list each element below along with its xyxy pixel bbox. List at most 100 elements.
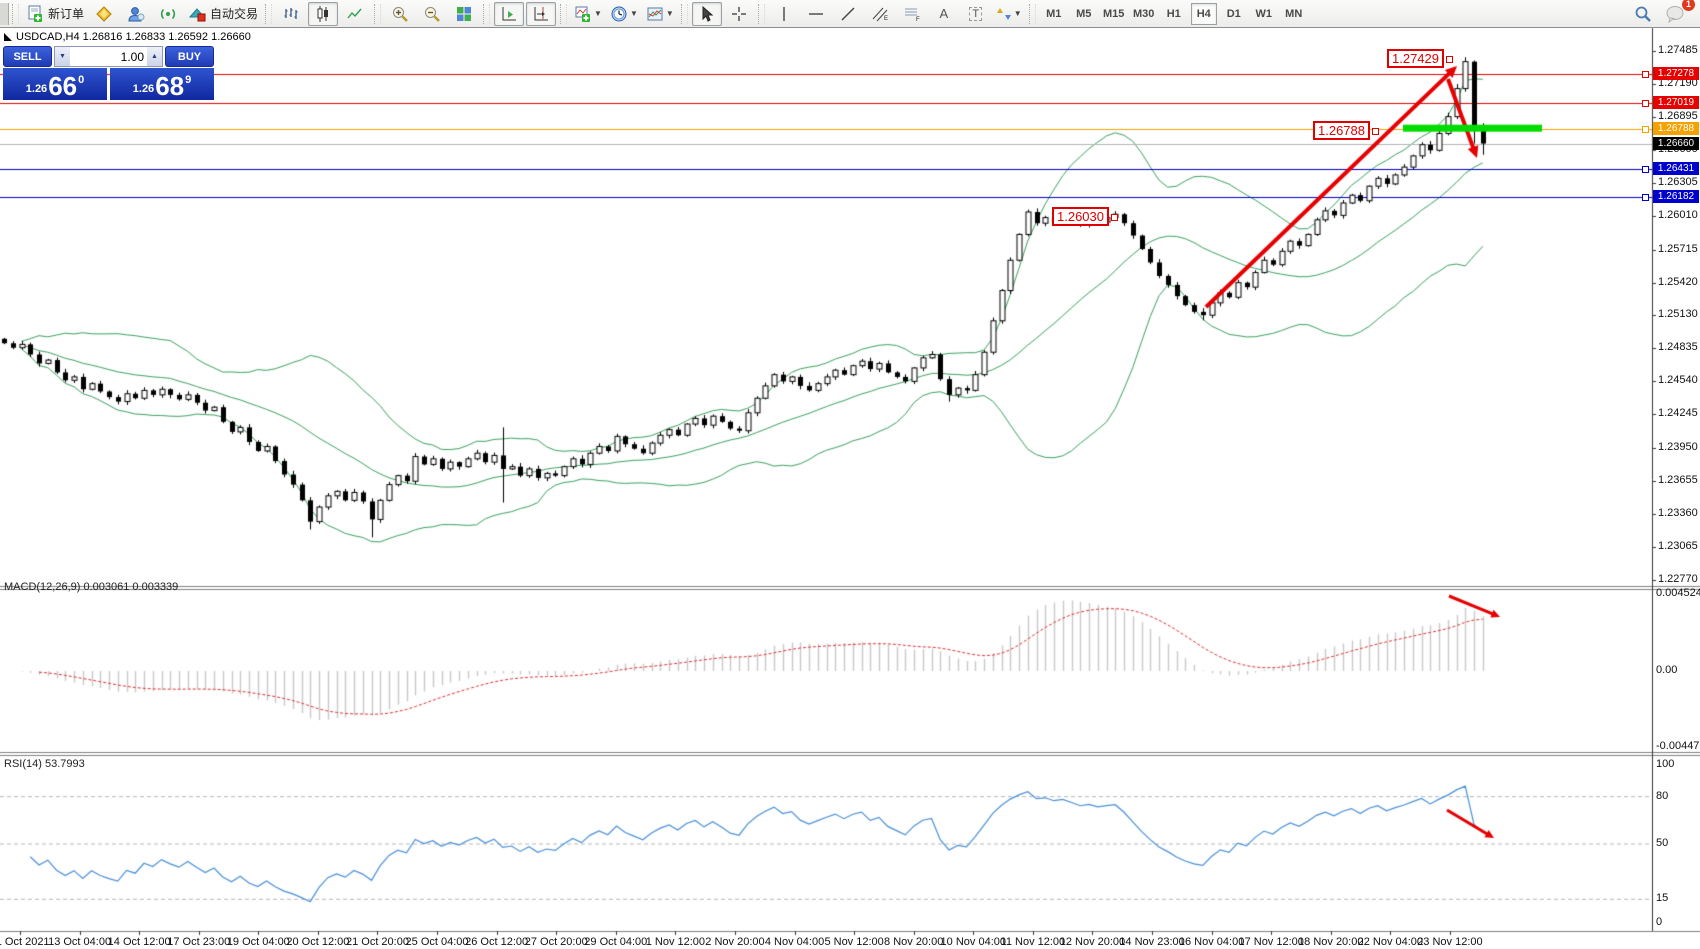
timeframe-m30[interactable]: M30 [1131,3,1157,25]
timeframe-h4[interactable]: H4 [1191,3,1217,25]
time-axis-label: 22 Nov 04:00 [1358,936,1423,948]
periods-button[interactable]: ▼ [607,2,641,26]
time-axis-label: 1 Nov 12:00 [646,936,705,948]
price-tick-label: 1.22770 [1658,573,1698,585]
price-annotation[interactable]: 1.26030 [1052,207,1109,226]
volume-increase-button[interactable]: ▲ [147,47,162,66]
main-toolbar: 新订单 自动交易 [0,0,1700,28]
timeframe-mn[interactable]: MN [1281,3,1307,25]
new-order-button[interactable]: 新订单 [23,2,87,26]
level-end-marker [1642,194,1649,201]
price-tick-label: 1.26305 [1658,176,1698,188]
buy-price-display[interactable]: 1.26 68 9 [110,68,214,100]
sell-price-sup: 0 [78,74,84,86]
zoom-out-icon [423,5,441,23]
buy-button[interactable]: BUY [165,46,214,67]
time-axis-label: 21 Oct 20:00 [346,936,409,948]
toolbar-grip [483,4,490,24]
zoom-out-button[interactable] [417,2,447,26]
price-tick-label: 1.25715 [1658,243,1698,255]
new-order-icon [26,5,44,23]
line-chart-icon [346,5,364,23]
timeframe-w1[interactable]: W1 [1251,3,1277,25]
annotation-anchor [1111,214,1118,221]
auto-scroll-button[interactable] [494,2,524,26]
rsi-axis-label: 100 [1656,758,1674,770]
equidistant-channel-icon: E [871,6,889,22]
macd-axis-label: 0.00 [1656,664,1677,676]
buy-price-sup: 9 [185,74,191,86]
text-icon: A [939,6,948,21]
cursor-tool-button[interactable] [692,2,722,26]
crosshair-tool-button[interactable] [724,2,754,26]
level-end-marker [1642,166,1649,173]
notification-badge: 1 [1682,0,1695,11]
timeframe-m15[interactable]: M15 [1101,3,1127,25]
notifications-button[interactable]: 1 [1660,2,1690,26]
current-price-badge: 1.26660 [1653,137,1699,150]
indicators-icon [574,5,592,23]
price-tick-label: 1.25420 [1658,276,1698,288]
channel-tool[interactable]: E [865,2,895,26]
sell-price-display[interactable]: 1.26 66 0 [3,68,107,100]
chart-canvas[interactable] [0,0,1700,949]
time-axis-label: 5 Nov 12:00 [824,936,883,948]
timeframe-d1[interactable]: D1 [1221,3,1247,25]
fibonacci-tool[interactable]: F [897,2,927,26]
price-tick-label: 1.23360 [1658,507,1698,519]
quick-trade-button[interactable] [89,2,119,26]
time-axis-label: 25 Oct 04:00 [406,936,469,948]
time-axis-label: 8 Nov 20:00 [884,936,943,948]
autotrade-button[interactable]: 自动交易 [185,2,261,26]
text-label-tool[interactable]: T [961,2,991,26]
price-tick-label: 1.23655 [1658,474,1698,486]
bar-chart-mode-button[interactable] [276,2,306,26]
trendline-icon [840,6,856,22]
trendline-tool[interactable] [833,2,863,26]
time-axis-label: 11 Nov 12:00 [1001,936,1066,948]
tile-windows-button[interactable] [449,2,479,26]
timeframe-m5[interactable]: M5 [1071,3,1097,25]
price-annotation[interactable]: 1.26788 [1313,121,1370,140]
time-axis-label: 17 Nov 12:00 [1238,936,1303,948]
volume-decrease-button[interactable]: ▼ [55,47,70,66]
cursor-icon [699,6,715,22]
auto-scroll-icon [500,5,518,23]
user-cloud-icon [127,5,145,23]
indicators-button[interactable]: ▼ [571,2,605,26]
rsi-label: RSI(14) 53.7993 [4,758,85,770]
toolbar-grip [758,4,765,24]
chart-shift-button[interactable] [526,2,556,26]
macd-label: MACD(12,26,9) 0.003061 0.003339 [4,581,178,593]
sell-button[interactable]: SELL [3,46,52,67]
community-button[interactable] [121,2,151,26]
time-axis-label: 11 Oct 2021 [0,936,50,948]
dropdown-caret: ▼ [630,9,638,18]
candlestick-mode-button[interactable] [308,2,338,26]
clock-icon [610,5,628,23]
horizontal-line-icon [808,6,824,22]
volume-input[interactable] [70,47,147,66]
templates-icon [646,5,664,23]
clipped-window-icon [0,3,9,25]
price-annotation[interactable]: 1.27429 [1387,49,1444,68]
timeframe-m1[interactable]: M1 [1041,3,1067,25]
arrows-tool[interactable]: ▼ [993,2,1025,26]
zoom-in-button[interactable] [385,2,415,26]
search-button[interactable] [1628,2,1658,26]
text-tool[interactable]: A [929,2,959,26]
time-axis-label: 27 Oct 20:00 [525,936,588,948]
line-chart-mode-button[interactable] [340,2,370,26]
rsi-axis-label: 0 [1656,916,1662,928]
price-tick-label: 1.24245 [1658,407,1698,419]
toolbar-grip [681,4,688,24]
vertical-line-tool[interactable] [769,2,799,26]
arrows-icon [996,6,1012,22]
templates-button[interactable]: ▼ [643,2,677,26]
signals-button[interactable] [153,2,183,26]
toolbar-grip [560,4,567,24]
toolbar-grip [1029,4,1036,24]
rsi-axis-label: 50 [1656,837,1668,849]
timeframe-h1[interactable]: H1 [1161,3,1187,25]
horizontal-line-tool[interactable] [801,2,831,26]
